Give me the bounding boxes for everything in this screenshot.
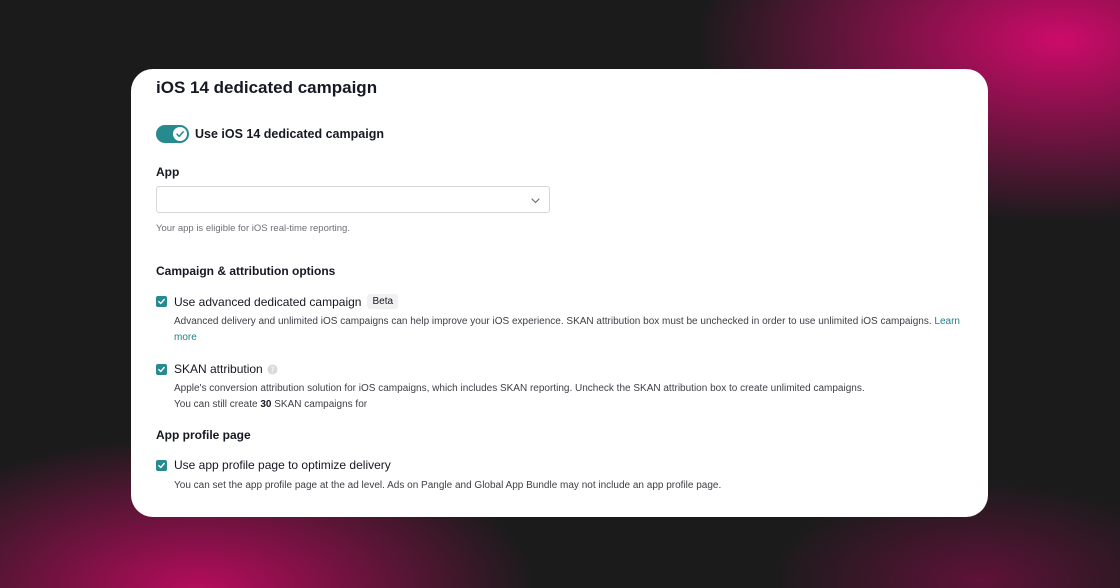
settings-card: iOS 14 dedicated campaign Use iOS 14 ded… <box>131 69 988 517</box>
advanced-description-text: Advanced delivery and unlimited iOS camp… <box>174 316 932 327</box>
dedicated-campaign-toggle[interactable] <box>156 125 189 143</box>
advanced-campaign-description: Advanced delivery and unlimited iOS camp… <box>174 314 974 346</box>
dedicated-campaign-toggle-row: Use iOS 14 dedicated campaign <box>156 125 384 143</box>
app-helper-text: Your app is eligible for iOS real-time r… <box>156 223 350 234</box>
app-select[interactable] <box>156 186 550 213</box>
card-title: iOS 14 dedicated campaign <box>156 78 378 97</box>
check-icon <box>158 366 165 372</box>
advanced-campaign-label: Use advanced dedicated campaign <box>174 294 362 309</box>
toggle-label: Use iOS 14 dedicated campaign <box>195 127 384 141</box>
profile-option-label: Use app profile page to optimize deliver… <box>174 458 391 472</box>
skan-row: SKAN attribution ? <box>156 362 278 376</box>
chevron-down-icon <box>531 198 540 204</box>
skan-count-line: You can still create 30 SKAN campaigns f… <box>174 397 974 413</box>
profile-option-checkbox[interactable] <box>156 459 167 471</box>
app-label: App <box>156 165 180 179</box>
campaign-section-title: Campaign & attribution options <box>156 264 336 278</box>
skan-count-value: 30 <box>260 399 272 410</box>
check-icon <box>158 462 165 468</box>
skan-count-prefix: You can still create <box>174 399 258 410</box>
skan-description-text: Apple's conversion attribution solution … <box>174 383 865 394</box>
toggle-knob <box>173 127 187 141</box>
question-icon[interactable]: ? <box>267 364 278 375</box>
advanced-campaign-checkbox[interactable] <box>156 296 167 307</box>
beta-badge: Beta <box>367 294 399 309</box>
profile-section-title: App profile page <box>156 428 251 442</box>
check-icon <box>158 298 165 305</box>
advanced-campaign-row: Use advanced dedicated campaign Beta <box>156 294 399 309</box>
svg-text:?: ? <box>270 365 274 374</box>
skan-description: Apple's conversion attribution solution … <box>174 381 974 413</box>
skan-count-suffix: SKAN campaigns for <box>274 399 368 410</box>
profile-option-row: Use app profile page to optimize deliver… <box>156 458 391 472</box>
skan-label: SKAN attribution <box>174 362 263 376</box>
check-icon <box>176 131 184 138</box>
profile-option-description: You can set the app profile page at the … <box>174 480 722 491</box>
skan-checkbox[interactable] <box>156 363 167 375</box>
